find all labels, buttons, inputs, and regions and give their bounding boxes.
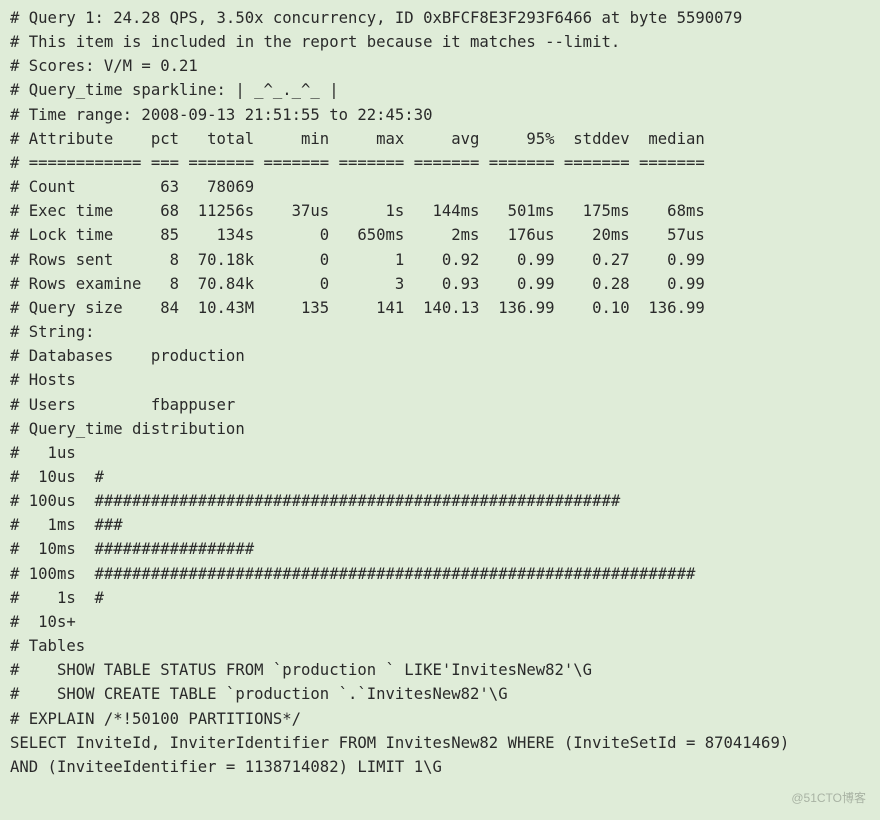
scores-line: # Scores: V/M = 0.21 [10, 57, 198, 75]
row-rows-sent: # Rows sent 8 70.18k 0 1 0.92 0.99 0.27 … [10, 251, 705, 269]
row-rows-examine: # Rows examine 8 70.84k 0 3 0.93 0.99 0.… [10, 275, 705, 293]
show-create-table: # SHOW CREATE TABLE `production `.`Invit… [10, 685, 508, 703]
show-table-status: # SHOW TABLE STATUS FROM `production ` L… [10, 661, 592, 679]
dist-10us: # 10us # [10, 468, 104, 486]
query-header-line: # Query 1: 24.28 QPS, 3.50x concurrency,… [10, 9, 742, 27]
dist-10s: # 10s+ [10, 613, 76, 631]
report-text: # Query 1: 24.28 QPS, 3.50x concurrency,… [0, 0, 880, 789]
dist-1ms: # 1ms ### [10, 516, 123, 534]
sql-line-1: SELECT InviteId, InviterIdentifier FROM … [10, 734, 789, 752]
dist-10ms: # 10ms ################# [10, 540, 254, 558]
dist-1us: # 1us [10, 444, 76, 462]
tables-label: # Tables [10, 637, 85, 655]
table-header: # Attribute pct total min max avg 95% st… [10, 130, 705, 148]
dist-1s: # 1s # [10, 589, 104, 607]
hosts-line: # Hosts [10, 371, 76, 389]
reason-line: # This item is included in the report be… [10, 33, 620, 51]
row-query-size: # Query size 84 10.43M 135 141 140.13 13… [10, 299, 705, 317]
dist-100us: # 100us ################################… [10, 492, 620, 510]
row-count: # Count 63 78069 [10, 178, 254, 196]
row-lock-time: # Lock time 85 134s 0 650ms 2ms 176us 20… [10, 226, 705, 244]
row-exec-time: # Exec time 68 11256s 37us 1s 144ms 501m… [10, 202, 705, 220]
sql-line-2: AND (InviteeIdentifier = 1138714082) LIM… [10, 758, 442, 776]
table-divider: # ============ === ======= ======= =====… [10, 154, 705, 172]
watermark-text: @51CTO博客 [791, 789, 866, 806]
users-line: # Users fbappuser [10, 396, 235, 414]
time-range-line: # Time range: 2008-09-13 21:51:55 to 22:… [10, 106, 432, 124]
dist-100ms: # 100ms ################################… [10, 565, 695, 583]
dist-title: # Query_time distribution [10, 420, 245, 438]
databases-line: # Databases production [10, 347, 245, 365]
string-label: # String: [10, 323, 95, 341]
explain-line: # EXPLAIN /*!50100 PARTITIONS*/ [10, 710, 301, 728]
sparkline-line: # Query_time sparkline: | _^_._^_ | [10, 81, 339, 99]
